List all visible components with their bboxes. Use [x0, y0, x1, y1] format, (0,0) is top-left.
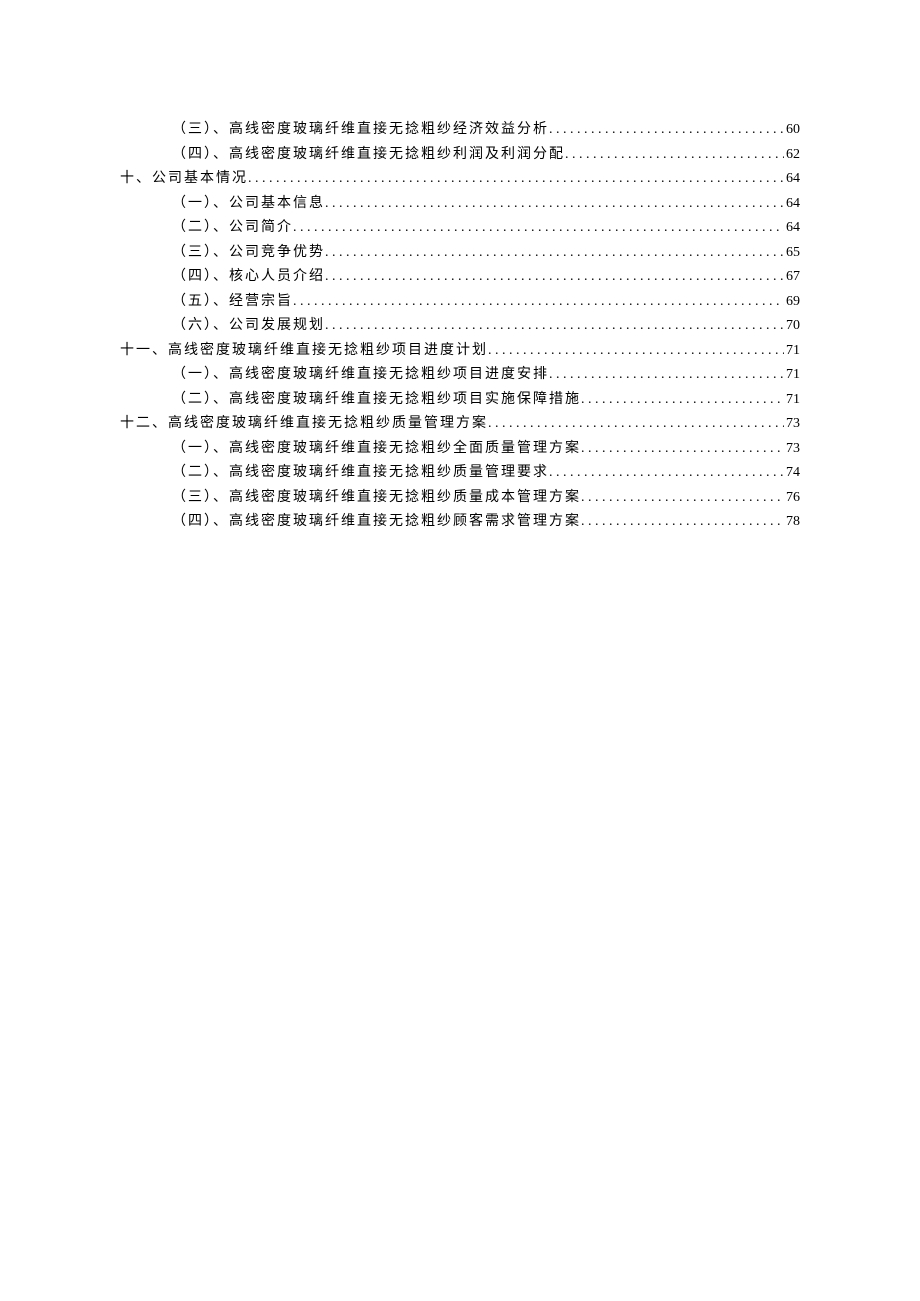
toc-leader — [549, 461, 784, 486]
toc-page: 67 — [784, 265, 800, 290]
toc-page: 62 — [784, 143, 800, 168]
toc-entry: （三）、高线密度玻璃纤维直接无捻粗纱质量成本管理方案 76 — [120, 486, 800, 511]
toc-title: 十一、高线密度玻璃纤维直接无捻粗纱项目进度计划 — [120, 339, 488, 364]
toc-title: （三）、高线密度玻璃纤维直接无捻粗纱经济效益分析 — [172, 118, 549, 143]
toc-title: （三）、高线密度玻璃纤维直接无捻粗纱质量成本管理方案 — [172, 486, 581, 511]
toc-entry: （二）、高线密度玻璃纤维直接无捻粗纱项目实施保障措施 71 — [120, 388, 800, 413]
toc-leader — [325, 192, 784, 217]
toc-leader — [325, 265, 784, 290]
toc-title: （五）、经营宗旨 — [172, 290, 293, 315]
toc-leader — [581, 437, 784, 462]
toc-title: （四）、核心人员介绍 — [172, 265, 325, 290]
toc-leader — [581, 510, 784, 535]
toc-leader — [565, 143, 784, 168]
toc-entry: （二）、公司简介 64 — [120, 216, 800, 241]
toc-leader — [248, 167, 784, 192]
toc-page: 69 — [784, 290, 800, 315]
toc-page: 64 — [784, 216, 800, 241]
toc-leader — [549, 363, 784, 388]
toc-title: （一）、公司基本信息 — [172, 192, 325, 217]
toc-title: 十、公司基本情况 — [120, 167, 248, 192]
toc-leader — [581, 486, 784, 511]
toc-entry: （五）、经营宗旨 69 — [120, 290, 800, 315]
toc-title: （二）、公司简介 — [172, 216, 293, 241]
toc-title: （二）、高线密度玻璃纤维直接无捻粗纱项目实施保障措施 — [172, 388, 581, 413]
toc-title: 十二、高线密度玻璃纤维直接无捻粗纱质量管理方案 — [120, 412, 488, 437]
toc-page: 60 — [784, 118, 800, 143]
toc-entry: （四）、核心人员介绍 67 — [120, 265, 800, 290]
toc-page: 73 — [784, 437, 800, 462]
toc-leader — [325, 314, 784, 339]
toc-title: （二）、高线密度玻璃纤维直接无捻粗纱质量管理要求 — [172, 461, 549, 486]
toc-entry: （四）、高线密度玻璃纤维直接无捻粗纱利润及利润分配 62 — [120, 143, 800, 168]
toc-page: 65 — [784, 241, 800, 266]
toc-leader — [325, 241, 784, 266]
toc-title: （六）、公司发展规划 — [172, 314, 325, 339]
toc-title: （一）、高线密度玻璃纤维直接无捻粗纱项目进度安排 — [172, 363, 549, 388]
toc-entry: （六）、公司发展规划 70 — [120, 314, 800, 339]
toc-page: 74 — [784, 461, 800, 486]
toc-page: 78 — [784, 510, 800, 535]
toc-title: （四）、高线密度玻璃纤维直接无捻粗纱顾客需求管理方案 — [172, 510, 581, 535]
toc-entry: （一）、高线密度玻璃纤维直接无捻粗纱全面质量管理方案 73 — [120, 437, 800, 462]
toc-page: 73 — [784, 412, 800, 437]
toc-entry: 十二、高线密度玻璃纤维直接无捻粗纱质量管理方案 73 — [120, 412, 800, 437]
toc-title: （一）、高线密度玻璃纤维直接无捻粗纱全面质量管理方案 — [172, 437, 581, 462]
toc-leader — [488, 412, 784, 437]
toc-leader — [293, 216, 784, 241]
toc-entry: （三）、高线密度玻璃纤维直接无捻粗纱经济效益分析 60 — [120, 118, 800, 143]
toc-page: 76 — [784, 486, 800, 511]
toc-entry: （四）、高线密度玻璃纤维直接无捻粗纱顾客需求管理方案 78 — [120, 510, 800, 535]
toc-page: 64 — [784, 192, 800, 217]
toc-page: 71 — [784, 388, 800, 413]
toc-leader — [549, 118, 784, 143]
toc-leader — [581, 388, 784, 413]
toc-page: 64 — [784, 167, 800, 192]
toc-page: 71 — [784, 339, 800, 364]
toc-title: （三）、公司竞争优势 — [172, 241, 325, 266]
toc-title: （四）、高线密度玻璃纤维直接无捻粗纱利润及利润分配 — [172, 143, 565, 168]
toc-entry: （一）、高线密度玻璃纤维直接无捻粗纱项目进度安排 71 — [120, 363, 800, 388]
toc-entry: 十一、高线密度玻璃纤维直接无捻粗纱项目进度计划 71 — [120, 339, 800, 364]
toc-entry: （二）、高线密度玻璃纤维直接无捻粗纱质量管理要求 74 — [120, 461, 800, 486]
toc-entry: 十、公司基本情况 64 — [120, 167, 800, 192]
toc-leader — [488, 339, 784, 364]
toc-page: 71 — [784, 363, 800, 388]
table-of-contents: （三）、高线密度玻璃纤维直接无捻粗纱经济效益分析 60 （四）、高线密度玻璃纤维… — [120, 118, 800, 535]
toc-leader — [293, 290, 784, 315]
toc-entry: （三）、公司竞争优势 65 — [120, 241, 800, 266]
toc-entry: （一）、公司基本信息 64 — [120, 192, 800, 217]
toc-page: 70 — [784, 314, 800, 339]
